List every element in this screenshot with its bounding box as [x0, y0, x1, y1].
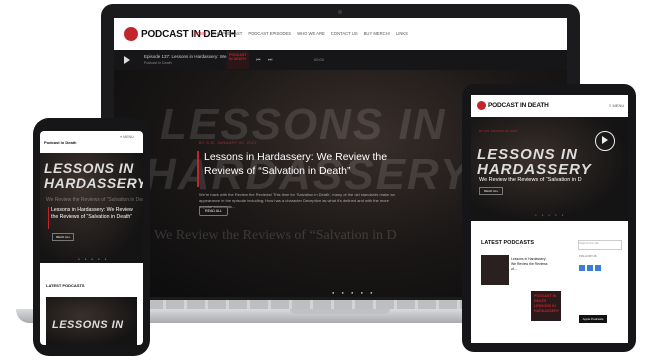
tablet-slider-dots[interactable]: ● ● ● ● ● [535, 213, 565, 217]
main-nav: HOME THE PODCAST PODCAST EPISODES WHO WE… [194, 31, 408, 36]
twitter-icon[interactable] [587, 265, 593, 271]
tablet-follow-label: FOLLOW US [579, 254, 597, 258]
phone-slider-dots[interactable]: ● ● ● ● ● [78, 257, 108, 261]
nav-item-home[interactable]: HOME [194, 31, 207, 36]
tablet-podcast-card-title[interactable]: Lessons in Hardassery: We Review the Rev… [511, 257, 551, 272]
phone-read-all-button[interactable]: READ ALL [52, 233, 75, 241]
nav-item-links[interactable]: LINKS [396, 31, 408, 36]
audio-player: Episode 137: Lessons in Hardassery: We..… [114, 50, 567, 70]
phone-menu-button[interactable]: ≡ MENU [120, 135, 134, 139]
player-podcast-name: Podcast In Death [144, 61, 172, 65]
tablet-read-all-button[interactable]: READ ALL [479, 187, 504, 195]
phone-screen: Podcast In Death ≡ MENU LESSONS IN HARDA… [40, 131, 143, 345]
phone-episode-title[interactable]: Lessons in Hardassery: We Review the Rev… [51, 207, 141, 221]
phone-latest-podcast-title: LESSONS IN [52, 319, 124, 331]
player-skip-controls[interactable]: ⏮ ⏭ [256, 57, 275, 63]
site-header: PODCAST IN DEATH HOME THE PODCAST PODCAS… [114, 18, 567, 50]
tablet-latest-podcasts-heading: LATEST PODCASTS [481, 240, 535, 246]
tablet-menu-button[interactable]: ≡ MENU [609, 103, 624, 108]
tablet-hero-subtitle: We Review the Reviews of “Salvation in D [479, 177, 582, 183]
tablet-hero-line2: HARDASSERY [477, 161, 592, 178]
phone-hero-title: LESSONS IN HARDASSERY [44, 161, 143, 191]
nav-item-who-we-are[interactable]: WHO WE ARE [297, 31, 325, 36]
tablet-podcast-artwork[interactable]: PODCAST IN DEATH LESSONS IN HARDASSERY [531, 291, 561, 321]
laptop-camera [338, 10, 342, 14]
player-artwork: PODCAST IN DEATH [227, 51, 249, 69]
tablet-social-icons [579, 265, 601, 271]
player-time: 00:00 [314, 57, 325, 62]
player-episode-title: Episode 137: Lessons in Hardassery: We..… [144, 54, 231, 59]
tablet-search-input[interactable]: Search the site [578, 240, 622, 250]
laptop-notch [290, 309, 390, 314]
tablet-hero-meta: BY S.M. JANUARY 00, 2021 [479, 129, 518, 133]
nav-item-buy-merch[interactable]: BUY MERCH! [364, 31, 390, 36]
read-all-button[interactable]: READ ALL [199, 206, 229, 216]
play-icon[interactable] [124, 56, 130, 64]
phone-brand[interactable]: Podcast In Death [44, 140, 76, 145]
play-icon [602, 136, 608, 144]
tablet-hero-title: LESSONS IN HARDASSERY [477, 147, 592, 177]
hero-title[interactable]: Lessons in Hardassery: We Review the Rev… [204, 150, 394, 178]
slider-dots[interactable]: ● ● ● ● ● [332, 290, 376, 295]
tablet-logo[interactable]: PODCAST IN DEATH [477, 101, 549, 110]
tablet-hero-line1: LESSONS IN [477, 146, 578, 163]
phone-latest-podcasts-heading: LATEST PODCASTS [46, 283, 85, 288]
logo-mark [477, 101, 486, 110]
tablet-podcast-artwork-text: PODCAST IN DEATH LESSONS IN HARDASSERY [534, 294, 560, 313]
nav-item-the-podcast[interactable]: THE PODCAST [213, 31, 243, 36]
apple-podcasts-badge[interactable]: Apple Podcasts [579, 315, 607, 323]
hero-meta: BY S.M. JANUARY 00, 2021 [199, 141, 257, 145]
hero-accent-bar [197, 151, 199, 187]
instagram-icon[interactable] [595, 265, 601, 271]
facebook-icon[interactable] [579, 265, 585, 271]
hero-subtitle-watermark: We Review the Reviews of “Salvation in D [154, 228, 397, 243]
nav-item-podcast-episodes[interactable]: PODCAST EPISODES [248, 31, 291, 36]
logo-mark [124, 27, 138, 41]
logo-text: PODCAST IN DEATH [488, 102, 549, 109]
tablet-screen: PODCAST IN DEATH ≡ MENU BY S.M. JANUARY … [471, 95, 628, 343]
player-artwork-text: PODCAST IN DEATH [229, 53, 247, 61]
phone-hero-line2: HARDASSERY [44, 175, 143, 191]
phone-accent-bar [48, 207, 49, 229]
phone-hero-line1: LESSONS IN [44, 160, 134, 176]
phone-hero-subtitle: We Review the Reviews of “Salvation in D… [46, 197, 143, 203]
tablet-podcast-card-image[interactable] [481, 255, 509, 285]
nav-item-contact-us[interactable]: CONTACT US [331, 31, 358, 36]
hero-excerpt: We're back with the Review the Reviews! … [199, 192, 395, 209]
